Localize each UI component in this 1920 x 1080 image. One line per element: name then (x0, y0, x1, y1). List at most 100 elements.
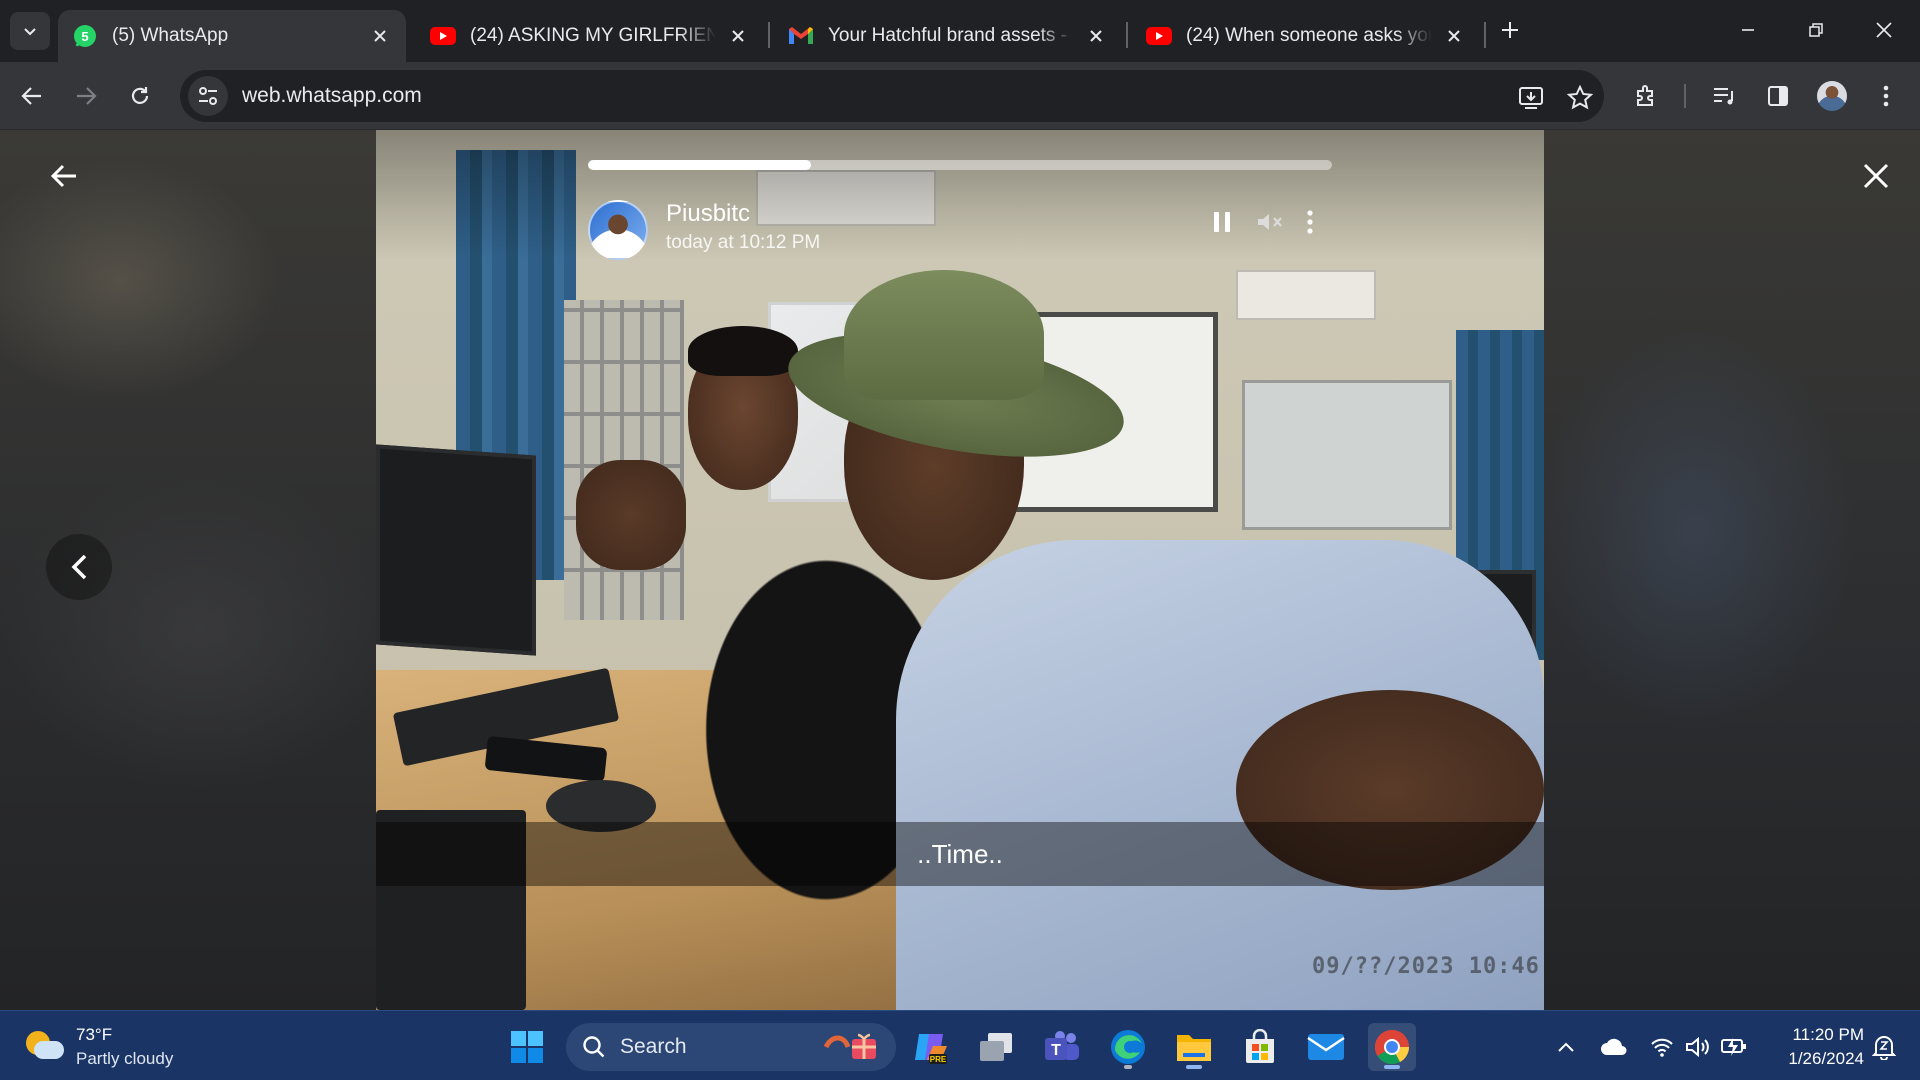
url-text: web.whatsapp.com (242, 84, 422, 107)
close-tab-icon[interactable] (726, 24, 750, 48)
close-icon (1876, 22, 1892, 38)
taskbar-copilot[interactable]: PRE (906, 1023, 954, 1071)
taskbar-edge[interactable] (1104, 1023, 1152, 1071)
windows-start-icon (511, 1031, 543, 1063)
mute-button[interactable] (1250, 202, 1290, 242)
extensions-button[interactable] (1628, 78, 1664, 114)
microsoft-store-icon (1246, 1029, 1274, 1063)
weather-widget[interactable]: 73°F Partly cloudy (24, 1023, 224, 1071)
restore-button[interactable] (1788, 10, 1844, 50)
svg-text:PRE: PRE (930, 1055, 947, 1064)
side-panel-icon (1768, 86, 1788, 106)
onedrive-icon (1601, 1038, 1627, 1055)
volume-tray[interactable] (1682, 1031, 1714, 1063)
taskbar-chrome[interactable] (1368, 1023, 1416, 1071)
bookmark-button[interactable] (1566, 84, 1594, 112)
status-back-button[interactable] (44, 156, 84, 196)
tab-title: (24) ASKING MY GIRLFRIEND QUESTIONS (470, 25, 716, 46)
forward-arrow-icon (77, 87, 97, 105)
profile-button[interactable] (1814, 78, 1850, 114)
status-menu-button[interactable] (1290, 202, 1330, 242)
status-photo[interactable]: ..Time.. 09/??/2023 10:46 (376, 130, 1544, 1010)
back-button[interactable] (14, 78, 50, 114)
show-hidden-icons-button[interactable] (1550, 1031, 1582, 1063)
photo-air-conditioner (1236, 270, 1376, 320)
tab-separator (1126, 22, 1128, 48)
battery-tray[interactable] (1718, 1031, 1750, 1063)
photo-monitor (376, 444, 536, 656)
gmail-icon (788, 23, 814, 49)
photo-date-stamp: 09/??/2023 10:46 (1312, 954, 1540, 979)
teams-icon: T (1045, 1031, 1079, 1060)
tab-whatsapp[interactable]: 5 (5) WhatsApp (58, 10, 406, 62)
side-panel-button[interactable] (1760, 78, 1796, 114)
status-viewer: ..Time.. 09/??/2023 10:46 Piusbitc today… (0, 130, 1920, 1010)
previous-status-button[interactable] (46, 534, 112, 600)
taskbar-mail[interactable] (1302, 1023, 1350, 1071)
close-window-button[interactable] (1856, 10, 1912, 50)
running-indicator (1124, 1065, 1132, 1069)
new-tab-button[interactable] (1494, 14, 1526, 46)
taskbar-teams[interactable]: T (1038, 1023, 1086, 1071)
start-button[interactable] (503, 1023, 551, 1071)
tab-youtube-2[interactable]: (24) When someone asks you this (1132, 10, 1480, 62)
minimize-icon (1742, 29, 1754, 31)
tab-title: (24) When someone asks you this (1186, 25, 1432, 46)
edge-icon (1111, 1030, 1145, 1064)
status-progress-bar (588, 160, 1332, 170)
taskbar-search[interactable]: Search (566, 1023, 896, 1071)
media-queue-icon (1714, 88, 1733, 105)
wifi-icon (1651, 1038, 1673, 1057)
onedrive-tray[interactable] (1598, 1031, 1630, 1063)
weather-temperature: 73°F (76, 1025, 113, 1044)
running-indicator (1186, 1065, 1202, 1069)
mute-icon (1258, 214, 1282, 230)
back-arrow-icon (21, 87, 41, 105)
taskbar-clock[interactable]: 11:20 PM 1/26/2024 (1764, 1023, 1864, 1071)
restore-icon (1809, 23, 1823, 37)
pause-button[interactable] (1202, 202, 1242, 242)
running-indicator (1384, 1065, 1400, 1069)
tab-separator (768, 22, 770, 48)
search-label: Search (620, 1035, 687, 1058)
taskbar-microsoft-store[interactable] (1236, 1023, 1284, 1071)
taskbar-file-explorer[interactable] (1170, 1023, 1218, 1071)
svg-text:T: T (1051, 1042, 1061, 1059)
battery-charging-icon (1721, 1038, 1746, 1056)
address-bar[interactable]: web.whatsapp.com (180, 70, 1604, 122)
chrome-menu-button[interactable] (1868, 78, 1904, 114)
install-app-button[interactable] (1518, 84, 1546, 112)
status-timestamp: today at 10:12 PM (666, 232, 821, 253)
photo-clasped-hands (576, 460, 686, 570)
more-vertical-icon (1883, 85, 1889, 107)
close-tab-icon[interactable] (368, 24, 392, 48)
contact-name[interactable]: Piusbitc (666, 200, 750, 228)
tab-gmail[interactable]: Your Hatchful brand assets - akwapiusbit… (774, 10, 1122, 62)
browser-toolbar: web.whatsapp.com (0, 62, 1920, 130)
whatsapp-icon: 5 (72, 23, 98, 49)
photo-hat-crown (844, 270, 1044, 400)
notifications-button[interactable] (1868, 1031, 1900, 1063)
taskbar-task-view[interactable] (972, 1023, 1020, 1071)
minimize-button[interactable] (1720, 10, 1776, 50)
reload-icon (131, 87, 149, 104)
star-icon (1567, 85, 1593, 110)
contact-avatar[interactable] (588, 200, 648, 260)
clock-date: 1/26/2024 (1788, 1049, 1864, 1068)
chevron-down-icon (24, 28, 36, 36)
status-close-button[interactable] (1856, 156, 1896, 196)
plus-icon (1502, 22, 1518, 38)
tab-youtube-1[interactable]: (24) ASKING MY GIRLFRIEND QUESTIONS (416, 10, 764, 62)
site-settings-icon[interactable] (188, 76, 228, 116)
search-icon (583, 1036, 605, 1058)
install-app-icon (1519, 87, 1543, 109)
media-controls-button[interactable] (1706, 78, 1742, 114)
forward-button[interactable] (68, 78, 104, 114)
task-view-icon (980, 1033, 1012, 1061)
close-tab-icon[interactable] (1084, 24, 1108, 48)
reload-button[interactable] (122, 78, 158, 114)
close-tab-icon[interactable] (1442, 24, 1466, 48)
partly-cloudy-icon (24, 1027, 64, 1067)
tab-search-button[interactable] (10, 12, 50, 50)
wifi-tray[interactable] (1646, 1031, 1678, 1063)
